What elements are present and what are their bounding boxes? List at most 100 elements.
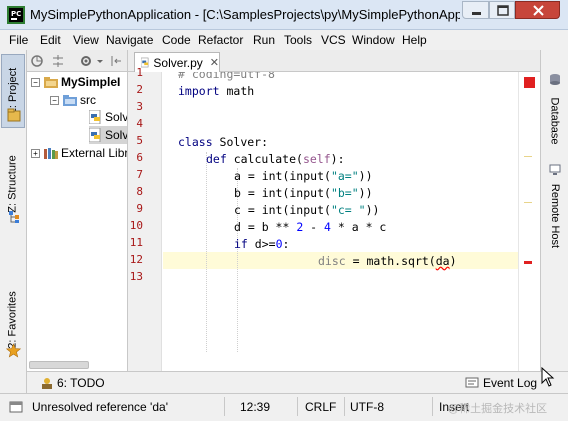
- status-separator: [224, 397, 225, 416]
- line-number: 8: [136, 185, 143, 198]
- hide-panel-icon[interactable]: [109, 54, 123, 68]
- source-folder-icon: [63, 94, 77, 106]
- unused-variable: disc: [318, 254, 346, 268]
- menu-edit[interactable]: Edit: [40, 33, 61, 47]
- event-log-label: Event Log: [483, 376, 538, 390]
- tab-database[interactable]: Database: [543, 64, 567, 145]
- number-literal: 4: [324, 220, 331, 234]
- line-number: 13: [129, 270, 143, 283]
- unresolved-reference[interactable]: da: [436, 254, 450, 268]
- error-mark[interactable]: [524, 261, 532, 264]
- status-separator: [297, 397, 298, 416]
- tree-file-solver-2[interactable]: Solv: [89, 126, 127, 144]
- line-number: 9: [136, 202, 143, 215]
- menu-navigate[interactable]: Navigate: [106, 33, 153, 47]
- comment: # coding=utf-8: [178, 72, 275, 81]
- line-number: 5: [136, 134, 143, 147]
- code-line-2: import math: [178, 83, 254, 100]
- toggle-tool-windows-icon[interactable]: [9, 400, 23, 414]
- menu-help[interactable]: Help: [402, 33, 427, 47]
- tab-solver-py[interactable]: Solver.py ✕: [134, 52, 220, 72]
- line-number: 11: [129, 236, 143, 249]
- menu-view[interactable]: View: [73, 33, 99, 47]
- menu-code[interactable]: Code: [162, 33, 191, 47]
- line-number: 6: [136, 151, 143, 164]
- menu-bar: File Edit View Navigate Code Refactor Ru…: [0, 30, 568, 50]
- menu-run[interactable]: Run: [253, 33, 275, 47]
- dropdown-arrow-icon[interactable]: [93, 54, 107, 68]
- code-text: )): [358, 186, 373, 200]
- pycharm-app-icon: PC: [7, 6, 25, 24]
- menu-vcs[interactable]: VCS: [321, 33, 346, 47]
- tab-favorites-label: 2: Favorites: [7, 291, 19, 349]
- collapse-all-icon[interactable]: [51, 54, 65, 68]
- code-text: ):: [330, 152, 345, 166]
- tab-label: Solver.py: [153, 55, 203, 70]
- code-text: -: [303, 220, 325, 234]
- error-status-icon[interactable]: [524, 77, 535, 88]
- svg-text:PC: PC: [11, 10, 21, 18]
- tree-file-solver-1[interactable]: Solv: [89, 108, 127, 126]
- code-line-8: b = int(input("b=")): [234, 185, 373, 202]
- line-number: 12: [129, 253, 143, 266]
- tree-root-project[interactable]: − MySimpleI: [31, 73, 120, 91]
- todo-button[interactable]: 6: TODO: [40, 376, 105, 390]
- status-bar: Unresolved reference 'da' 12:39 CRLF UTF…: [0, 393, 568, 421]
- collapse-icon[interactable]: −: [31, 77, 40, 87]
- code-text: calculate(: [226, 152, 303, 166]
- keyword: def: [206, 152, 227, 166]
- collapse-icon[interactable]: −: [50, 95, 59, 105]
- remote-host-icon: [549, 164, 561, 175]
- library-icon: [44, 147, 58, 159]
- indent-guide: [206, 152, 207, 352]
- minimize-button[interactable]: [462, 1, 489, 19]
- close-tab-icon[interactable]: ✕: [210, 56, 219, 69]
- line-number: 1: [136, 66, 143, 79]
- warning-mark[interactable]: [524, 202, 532, 203]
- code-text: ): [449, 254, 457, 268]
- status-message: Unresolved reference 'da': [32, 400, 168, 414]
- code-line-7: a = int(input("a=")): [234, 168, 373, 185]
- project-icon: [7, 108, 21, 122]
- tab-remote-host[interactable]: Remote Host: [543, 148, 567, 248]
- expand-icon[interactable]: +: [31, 148, 40, 158]
- code-line-12: disc = math.sqrt(da): [318, 253, 457, 270]
- tree-external-libraries[interactable]: + External Libr: [31, 144, 127, 162]
- right-tool-strip: Database Remote Host: [540, 50, 568, 371]
- todo-label: 6: TODO: [57, 376, 105, 390]
- error-stripe[interactable]: [518, 72, 540, 371]
- menu-tools[interactable]: Tools: [284, 33, 312, 47]
- code-text: d = b **: [234, 220, 297, 234]
- caret-position[interactable]: 12:39: [240, 400, 270, 414]
- line-number: 2: [136, 83, 143, 96]
- code-editor[interactable]: # coding=utf-8 import math class Solver:…: [163, 72, 527, 371]
- code-text: :: [282, 237, 290, 251]
- menu-window[interactable]: Window: [352, 33, 395, 47]
- sync-icon[interactable]: [30, 54, 44, 68]
- line-number-gutter[interactable]: 1 2 3 4 5 6 7 8 9 10 11 12 13: [128, 66, 176, 371]
- left-tool-strip: 1: Project Z: Structure 2: Favorites: [0, 50, 27, 393]
- menu-file[interactable]: File: [9, 33, 28, 47]
- menu-refactor[interactable]: Refactor: [198, 33, 243, 47]
- code-line-6: def calculate(self):: [206, 151, 345, 168]
- maximize-button[interactable]: [489, 1, 515, 19]
- keyword: if: [234, 237, 248, 251]
- code-text: )): [358, 169, 373, 183]
- event-log-button[interactable]: Event Log: [465, 376, 537, 390]
- keyword: import: [178, 84, 220, 98]
- line-separator[interactable]: CRLF: [305, 400, 336, 414]
- code-text: )): [365, 203, 380, 217]
- tree-folder-src[interactable]: − src: [50, 91, 96, 109]
- warning-mark[interactable]: [524, 156, 532, 157]
- window-title: MySimplePythonApplication - [C:\SamplesP…: [30, 7, 460, 22]
- close-button[interactable]: [515, 1, 560, 19]
- folder-icon: [44, 76, 58, 88]
- file-encoding[interactable]: UTF-8: [350, 400, 384, 414]
- self-param: self: [302, 152, 331, 166]
- horizontal-scrollbar[interactable]: [29, 361, 89, 369]
- structure-icon: [9, 211, 19, 223]
- line-number: 3: [136, 100, 143, 113]
- project-toolbar: [27, 50, 127, 72]
- watermark: @稀土掘金技术社区: [448, 403, 548, 415]
- gear-icon[interactable]: [79, 54, 93, 68]
